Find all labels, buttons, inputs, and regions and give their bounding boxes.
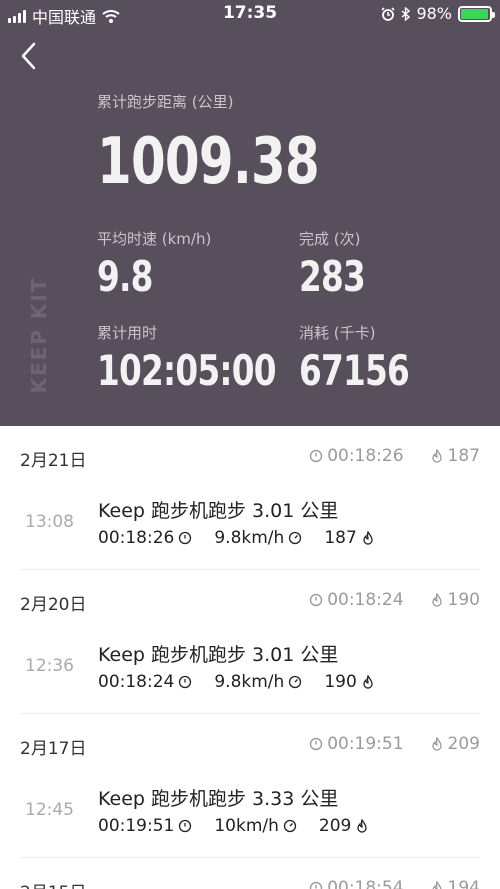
run-duration: 00:18:24 [98,672,175,692]
run-start-time: 13:08 [25,512,74,532]
summary-header: 中国联通 17:35 98% KEEP KIT 累计跑步距离 (公里) 1009… [0,0,500,426]
battery-percent: 98% [416,4,452,23]
run-title: Keep 跑步机跑步 3.01 公里 [98,644,339,666]
run-stats: 00:18:26 9.8km/h 187 [98,528,375,548]
run-stats: 00:18:24 9.8km/h 190 [98,672,375,692]
avg-speed-value: 9.8 [97,252,153,301]
run-calories: 190 [324,672,357,692]
day-summary: 00:18:54 194 [309,878,480,889]
day-header: 2月20日 00:18:24 190 [0,570,500,630]
flame-icon [431,449,442,463]
day-date: 2月20日 [20,595,87,615]
status-bar: 中国联通 17:35 98% [0,0,500,28]
run-start-time: 12:36 [25,656,74,676]
run-duration: 00:19:51 [98,816,175,836]
total-distance-value: 1009.38 [97,125,320,199]
run-title: Keep 跑步机跑步 3.33 公里 [98,788,339,810]
day-summary: 00:18:26 187 [309,446,480,466]
status-right: 98% [381,4,495,23]
run-calories: 187 [324,528,357,548]
flame-icon [431,881,442,889]
flame-icon [431,737,442,751]
avg-speed-label: 平均时速 (km/h) [97,230,212,248]
day-calories: 187 [447,446,480,466]
run-calories: 209 [318,816,352,836]
day-summary: 00:18:24 190 [309,590,480,610]
clock-icon [309,737,323,751]
day-duration: 00:18:54 [327,878,404,889]
total-time-value: 102:05:00 [97,346,277,395]
total-time-label: 累计用时 [97,324,158,342]
day-calories: 190 [447,590,480,610]
clock-icon [179,531,192,545]
battery-fill [461,8,489,19]
day-summary: 00:19:51 209 [309,734,480,754]
day-calories: 209 [447,734,480,754]
day-header: 2月17日 00:19:51 209 [0,714,500,774]
run-title: Keep 跑步机跑步 3.01 公里 [98,500,339,522]
day-duration: 00:18:24 [327,590,404,610]
speed-icon [289,675,302,689]
day-duration: 00:19:51 [327,734,404,754]
flame-icon [431,593,442,607]
alarm-icon [381,6,396,21]
run-speed: 10km/h [214,816,279,836]
speed-icon [283,819,297,833]
speed-icon [289,531,302,545]
clock-icon [179,819,192,833]
clock-icon [309,449,323,463]
completed-value: 283 [299,252,366,301]
day-calories: 194 [447,878,480,889]
run-speed: 9.8km/h [214,528,285,548]
calories-label: 消耗 (千卡) [299,324,376,342]
run-duration: 00:18:26 [98,528,175,548]
run-start-time: 12:45 [25,800,74,820]
run-speed: 9.8km/h [214,672,285,692]
flame-icon [363,531,373,545]
completed-label: 完成 (次) [299,230,361,248]
bluetooth-icon [401,6,411,21]
day-duration: 00:18:26 [327,446,404,466]
day-header: 2月15日 00:18:54 194 [0,858,500,889]
brand-watermark: KEEP KIT [27,276,51,394]
back-button[interactable] [14,38,46,74]
clock-icon [179,675,192,689]
flame-icon [363,675,373,689]
run-item[interactable]: 12:45 Keep 跑步机跑步 3.33 公里 00:19:51 10km/h… [20,774,480,858]
day-header: 2月21日 00:18:26 187 [0,426,500,486]
calories-value: 67156 [299,346,410,395]
day-date: 2月17日 [20,739,87,759]
battery-icon [458,5,495,22]
total-distance-label: 累计跑步距离 (公里) [97,93,234,111]
run-stats: 00:19:51 10km/h 209 [98,816,369,836]
chevron-left-icon [21,42,36,70]
day-date: 2月15日 [20,878,86,889]
run-history-list[interactable]: 2月21日 00:18:26 187 13:08 Keep 跑步机跑步 3.01… [0,426,500,889]
day-date: 2月21日 [20,451,87,471]
clock-icon [309,593,323,607]
run-item[interactable]: 13:08 Keep 跑步机跑步 3.01 公里 00:18:26 9.8km/… [20,486,480,570]
flame-icon [357,819,368,833]
clock-icon [309,881,323,889]
run-item[interactable]: 12:36 Keep 跑步机跑步 3.01 公里 00:18:24 9.8km/… [20,630,480,714]
